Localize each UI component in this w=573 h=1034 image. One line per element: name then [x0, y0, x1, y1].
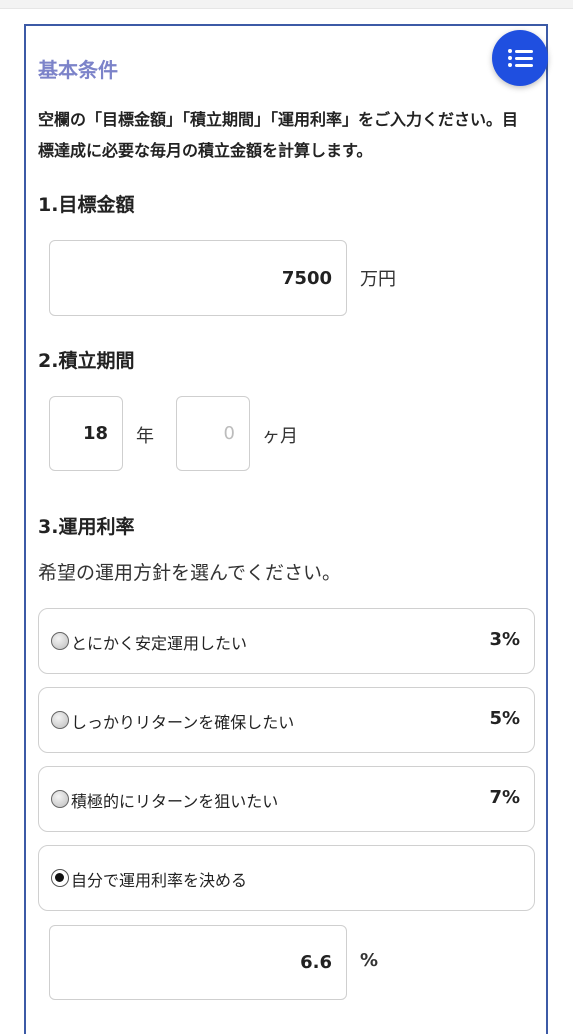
rate-option-stable[interactable]: とにかく安定運用したい 3%	[38, 608, 535, 674]
radio-unchecked-icon[interactable]	[51, 790, 69, 808]
option-label: とにかく安定運用したい	[71, 634, 248, 653]
target-amount-input[interactable]: 7500	[49, 240, 347, 316]
period-months-unit: ヶ月	[262, 426, 298, 447]
period-years-input[interactable]: 18	[49, 396, 123, 471]
menu-button[interactable]	[492, 30, 548, 86]
period-months-input[interactable]: 0	[176, 396, 250, 471]
rate-option-custom[interactable]: 自分で運用利率を決める	[38, 845, 535, 911]
option-label: 積極的にリターンを狙いたい	[71, 792, 279, 811]
radio-checked-icon[interactable]	[51, 869, 69, 887]
section-title: 基本条件	[38, 58, 118, 82]
option-label: しっかりリターンを確保したい	[71, 713, 295, 732]
radio-unchecked-icon[interactable]	[51, 711, 69, 729]
custom-rate-input[interactable]: 6.6	[49, 925, 347, 1000]
option-rate: 3%	[489, 629, 520, 650]
option-rate: 7%	[489, 787, 520, 808]
target-amount-unit: 万円	[360, 269, 396, 290]
custom-rate-unit: %	[360, 950, 379, 971]
option-rate: 5%	[489, 708, 520, 729]
radio-unchecked-icon[interactable]	[51, 632, 69, 650]
option-label: 自分で運用利率を決める	[71, 871, 248, 890]
rate-hint: 希望の運用方針を選んでください。	[38, 562, 342, 584]
intro-text: 空欄の「目標金額」「積立期間」「運用利率」をご入力ください。目標達成に必要な毎月…	[38, 110, 519, 160]
period-years-unit: 年	[136, 426, 154, 447]
period-title: 2.積立期間	[38, 350, 135, 372]
target-amount-title: 1.目標金額	[38, 194, 135, 216]
rate-option-secure-return[interactable]: しっかりリターンを確保したい 5%	[38, 687, 535, 753]
rate-title: 3.運用利率	[38, 516, 135, 538]
top-strip	[0, 0, 573, 9]
rate-option-aggressive[interactable]: 積極的にリターンを狙いたい 7%	[38, 766, 535, 832]
